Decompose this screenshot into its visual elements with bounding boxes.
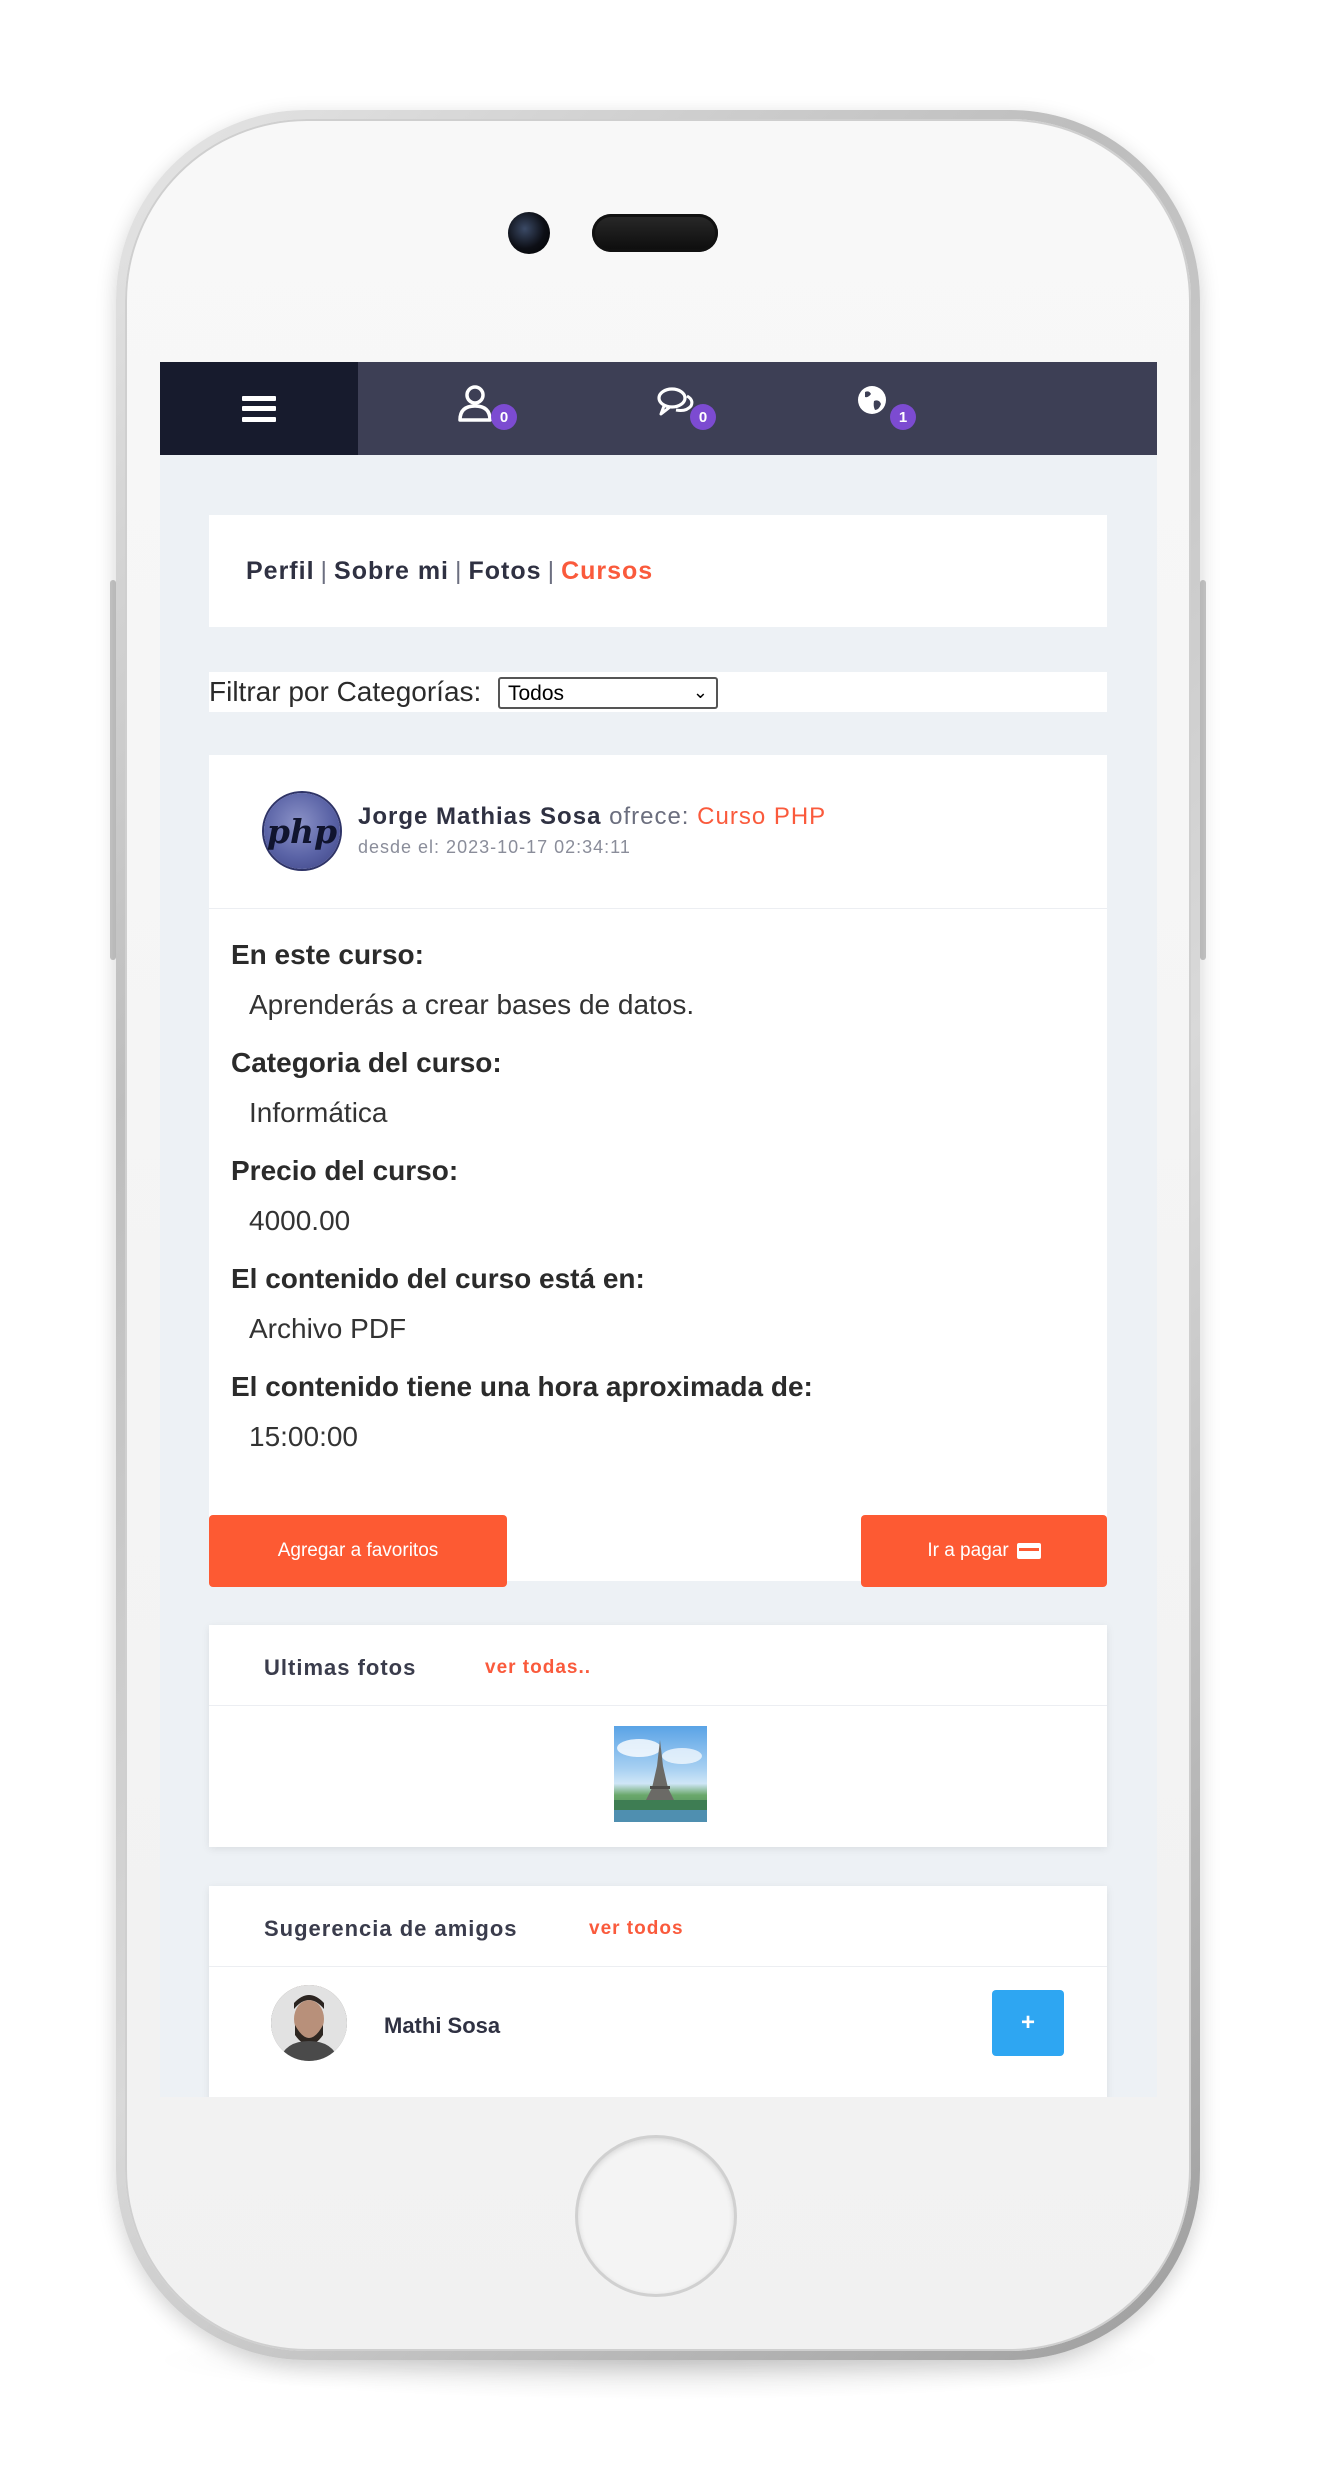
tab-separator: | — [320, 557, 329, 585]
detail-value: Archivo PDF — [249, 1313, 407, 1344]
profile-tabs-card: Perfil | Sobre mi | Fotos | Cursos — [209, 515, 1107, 627]
detail-value: 4000.00 — [249, 1205, 351, 1236]
view-all-friends-link[interactable]: ver todos — [589, 1918, 684, 1940]
tab-perfil[interactable]: Perfil — [246, 557, 315, 585]
php-avatar: php — [264, 793, 340, 869]
profile-tabs: Perfil | Sobre mi | Fotos | Cursos — [246, 557, 653, 586]
filter-label: Filtrar por Categorías: — [209, 676, 482, 707]
detail-label: En este curso: — [231, 939, 424, 970]
messages-nav-button[interactable]: 0 — [656, 384, 716, 434]
profile-badge: 0 — [491, 404, 517, 430]
notifications-badge: 1 — [890, 404, 916, 430]
chevron-down-icon: ⌄ — [692, 682, 708, 702]
add-friend-button[interactable]: + — [992, 1990, 1064, 2056]
top-navbar: 0 0 1 — [160, 362, 1157, 455]
detail-label: Precio del curso: — [231, 1155, 459, 1186]
photos-title: Ultimas fotos — [264, 1655, 417, 1680]
friend-name[interactable]: Mathi Sosa — [384, 2013, 500, 2039]
course-details: En este curso: Aprenderás a crear bases … — [231, 931, 813, 1471]
person-avatar-image — [271, 1985, 347, 2061]
photos-header: Ultimas fotos ver todas.. — [209, 1625, 1107, 1706]
author-name[interactable]: Jorge Mathias Sosa — [358, 803, 601, 830]
add-favorite-button[interactable]: Agregar a favoritos — [209, 1515, 507, 1587]
add-favorite-label: Agregar a favoritos — [277, 1540, 439, 1561]
app-screen: 0 0 1 Perfil | Sobre mi | Fotos | Cursos Filtr… — [160, 362, 1157, 2097]
photo-thumbnail[interactable] — [614, 1726, 707, 1822]
notifications-nav-button[interactable]: 1 — [856, 384, 916, 434]
tab-sobre-mi[interactable]: Sobre mi — [334, 557, 449, 585]
friend-avatar[interactable] — [271, 1985, 347, 2061]
user-icon — [458, 385, 492, 422]
detail-label: El contenido del curso está en: — [231, 1263, 645, 1294]
category-select-value: Todos — [508, 682, 565, 705]
speaker-grille — [592, 214, 718, 252]
phone-side-button-right — [1200, 580, 1206, 960]
course-header-text: Jorge Mathias Sosa ofrece: Curso PHP des… — [358, 803, 826, 858]
detail-label: El contenido tiene una hora aproximada d… — [231, 1371, 813, 1402]
messages-badge: 0 — [690, 404, 716, 430]
tab-separator: | — [547, 557, 556, 585]
category-select[interactable]: Todos ⌄ — [498, 677, 718, 709]
detail-label: Categoria del curso: — [231, 1047, 502, 1078]
pay-label: Ir a pagar — [927, 1540, 1009, 1561]
friend-suggestions-card: Sugerencia de amigos ver todos Mathi Sos… — [209, 1886, 1107, 2097]
detail-value: Aprenderás a crear bases de datos. — [249, 989, 695, 1020]
view-all-photos-link[interactable]: ver todas.. — [485, 1657, 591, 1679]
tab-fotos[interactable]: Fotos — [469, 557, 542, 585]
course-card: php Jorge Mathias Sosa ofrece: Curso PHP… — [209, 755, 1107, 1581]
camera-icon — [508, 212, 550, 254]
course-header: php Jorge Mathias Sosa ofrece: Curso PHP… — [209, 755, 1107, 909]
credit-card-icon — [1016, 1543, 1041, 1559]
tab-separator: | — [455, 557, 463, 585]
pay-button[interactable]: Ir a pagar — [861, 1515, 1107, 1587]
home-button[interactable] — [578, 2138, 734, 2294]
hamburger-icon — [242, 395, 276, 422]
offers-word: ofrece: — [609, 803, 690, 830]
course-name-link[interactable]: Curso PHP — [697, 803, 826, 830]
course-date: desde el: 2023-10-17 02:34:11 — [358, 837, 631, 857]
eiffel-tower-photo — [614, 1739, 707, 1822]
profile-nav-button[interactable]: 0 — [457, 384, 517, 434]
globe-icon — [858, 386, 886, 414]
menu-button[interactable] — [160, 362, 358, 455]
friends-title: Sugerencia de amigos — [264, 1916, 518, 1941]
course-offer-line: Jorge Mathias Sosa ofrece: Curso PHP — [358, 803, 826, 831]
latest-photos-card: Ultimas fotos ver todas.. — [209, 1625, 1107, 1847]
friends-header: Sugerencia de amigos ver todos — [209, 1886, 1107, 1967]
detail-value: 15:00:00 — [249, 1421, 358, 1452]
detail-value: Informática — [249, 1097, 388, 1128]
tab-cursos[interactable]: Cursos — [561, 557, 653, 585]
category-filter: Filtrar por Categorías: Todos ⌄ — [209, 672, 1107, 712]
